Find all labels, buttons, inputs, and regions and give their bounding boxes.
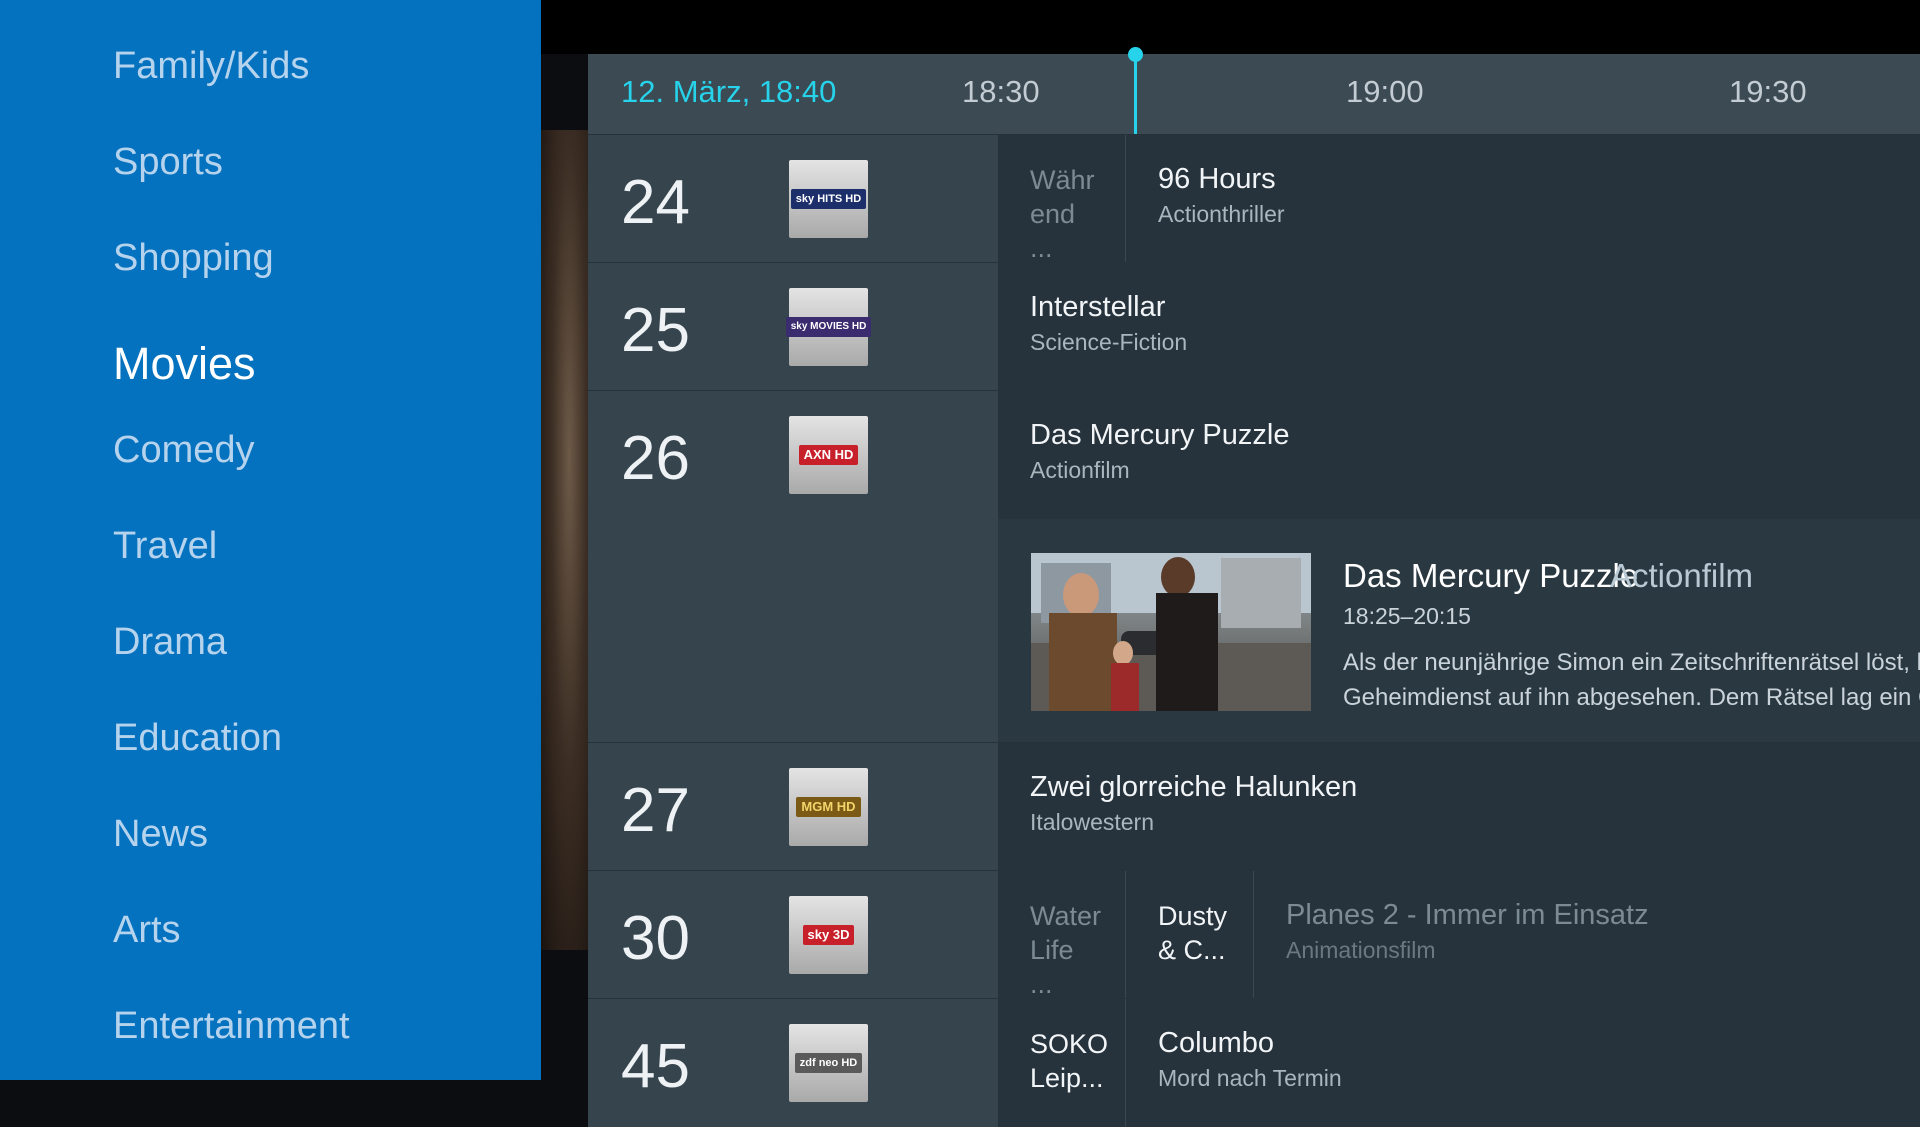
category-entertainment[interactable]: Entertainment xyxy=(113,1005,350,1048)
detail-description-line: Als der neunjährige Simon ein Zeitschrif… xyxy=(1343,649,1920,676)
time-tick-1900: 19:00 xyxy=(1346,74,1424,109)
channel-logo: sky 3D xyxy=(789,896,868,974)
timeline-header: 12. März, 18:40 18:30 19:00 19:30 xyxy=(588,47,1920,134)
program-title: Interstellar xyxy=(1030,291,1166,323)
channel-logo: sky MOVIES HD xyxy=(785,288,872,366)
program-cell[interactable]: Planes 2 - Immer im Einsatz Animationsfi… xyxy=(1254,871,1920,999)
program-cell[interactable]: 96 Hours Actionthriller xyxy=(1126,135,1920,263)
sky-movies-logo-text: sky MOVIES HD xyxy=(785,317,872,337)
detail-description: Als der neunjährige Simon ein Zeitschrif… xyxy=(1343,645,1920,715)
program-title: Währ end ... xyxy=(1030,165,1095,263)
program-title: Dusty & C... xyxy=(1158,901,1228,965)
program-genre: Italowestern xyxy=(1030,809,1155,835)
now-indicator-line xyxy=(1134,54,1137,134)
category-sidebar: Family/Kids Sports Shopping Movies Comed… xyxy=(0,0,541,1080)
detail-genre: Actionfilm xyxy=(1610,557,1754,594)
program-title: Planes 2 - Immer im Einsatz xyxy=(1286,899,1649,931)
category-arts[interactable]: Arts xyxy=(113,909,181,952)
top-bar xyxy=(541,0,1920,54)
time-tick-1930: 19:30 xyxy=(1729,74,1807,109)
program-title: Water Life ... xyxy=(1030,901,1102,999)
category-drama[interactable]: Drama xyxy=(113,621,227,664)
channel-number: 25 xyxy=(621,296,690,365)
mgm-logo-text: MGM HD xyxy=(796,797,861,817)
program-title: Das Mercury Puzzle xyxy=(1030,419,1290,451)
program-genre: Mord nach Termin xyxy=(1158,1065,1342,1091)
channel-row: 30 sky 3D Water Life ... Dusty & C... Pl… xyxy=(588,870,1920,999)
time-tick-1830: 18:30 xyxy=(962,74,1040,109)
program-cell[interactable]: SOKO Leip... xyxy=(998,999,1126,1127)
category-shopping[interactable]: Shopping xyxy=(113,237,274,280)
program-guide: 12. März, 18:40 18:30 19:00 19:30 24 sky… xyxy=(588,47,1920,1127)
program-genre: Animationsfilm xyxy=(1286,937,1436,963)
program-title: 96 Hours xyxy=(1158,163,1276,195)
axn-logo-text: AXN HD xyxy=(798,445,859,465)
channel-row: 25 sky MOVIES HD Interstellar Science-Fi… xyxy=(588,262,1920,391)
detail-description-line: Geheimdienst auf ihn abgesehen. Dem Räts… xyxy=(1343,684,1920,711)
program-cell[interactable]: Interstellar Science-Fiction xyxy=(998,263,1920,391)
thumbnail-image xyxy=(1031,553,1311,711)
program-title: SOKO Leip... xyxy=(1030,1029,1109,1093)
program-title: Columbo xyxy=(1158,1027,1275,1059)
program-genre: Actionthriller xyxy=(1158,201,1285,227)
category-movies[interactable]: Movies xyxy=(113,338,256,390)
program-thumbnail xyxy=(1031,553,1311,711)
channel-row: 24 sky HITS HD Währ end ... 96 Hours Act… xyxy=(588,134,1920,263)
channel-logo: AXN HD xyxy=(789,416,868,494)
category-education[interactable]: Education xyxy=(113,717,282,760)
channel-row-selected: 26 AXN HD Das Mercury Puzzle Actionfilm xyxy=(588,390,1920,795)
channel-row: 27 MGM HD Zwei glorreiche Halunken Italo… xyxy=(588,742,1920,871)
sky-hits-logo-text: sky HITS HD xyxy=(790,189,867,209)
category-comedy[interactable]: Comedy xyxy=(113,429,255,472)
channel-logo: MGM HD xyxy=(789,768,868,846)
zdf-neo-logo-text: zdf neo HD xyxy=(794,1053,863,1073)
program-cell[interactable]: Zwei glorreiche Halunken Italowestern xyxy=(998,743,1920,871)
program-genre: Science-Fiction xyxy=(1030,329,1188,355)
category-news[interactable]: News xyxy=(113,813,208,856)
program-cell[interactable]: Währ end ... xyxy=(998,135,1126,263)
channel-number: 30 xyxy=(621,904,690,973)
channel-number: 45 xyxy=(621,1032,690,1101)
program-title: Zwei glorreiche Halunken xyxy=(1030,771,1358,803)
background-poster xyxy=(541,130,588,950)
channel-number: 27 xyxy=(621,776,690,845)
channel-number: 26 xyxy=(621,424,690,493)
detail-time: 18:25–20:15 xyxy=(1343,603,1471,629)
program-cell[interactable]: Das Mercury Puzzle Actionfilm xyxy=(998,391,1920,519)
sky-3d-logo-text: sky 3D xyxy=(802,925,855,945)
program-cell[interactable]: Water Life ... xyxy=(998,871,1126,999)
category-sports[interactable]: Sports xyxy=(113,141,223,184)
channel-logo: zdf neo HD xyxy=(789,1024,868,1102)
channel-number: 24 xyxy=(621,168,690,237)
now-indicator-dot xyxy=(1128,47,1143,62)
current-date-time: 12. März, 18:40 xyxy=(621,74,837,109)
program-cell[interactable]: Columbo Mord nach Termin xyxy=(1126,999,1920,1127)
program-cell[interactable]: Dusty & C... xyxy=(1126,871,1254,999)
program-genre: Actionfilm xyxy=(1030,457,1130,483)
category-family-kids[interactable]: Family/Kids xyxy=(113,45,309,88)
channel-logo: sky HITS HD xyxy=(789,160,868,238)
channel-row: 45 zdf neo HD SOKO Leip... Columbo Mord … xyxy=(588,998,1920,1127)
detail-title: Das Mercury Puzzle xyxy=(1343,557,1639,594)
category-travel[interactable]: Travel xyxy=(113,525,217,568)
